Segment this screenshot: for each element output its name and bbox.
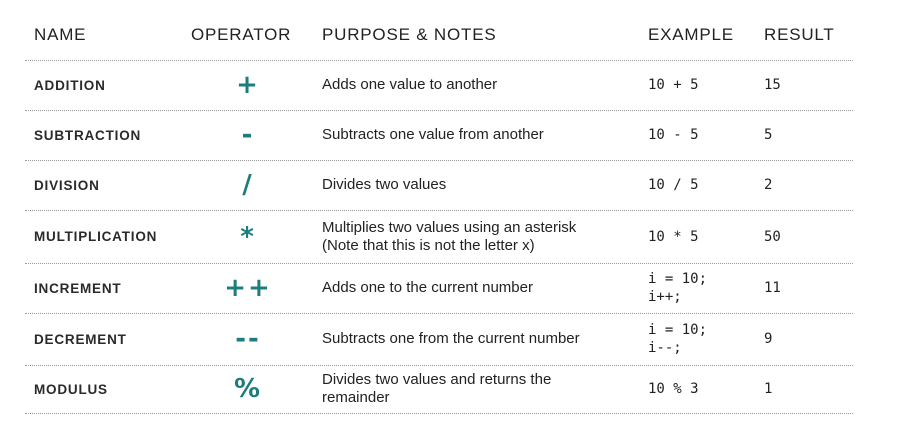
row-result: 50	[764, 228, 781, 245]
example-line: i--;	[648, 340, 682, 356]
table-row-increment: INCREMENT ++ Adds one to the current num…	[25, 263, 853, 314]
row-name: SUBTRACTION	[34, 127, 142, 143]
header-notes: PURPOSE & NOTES	[322, 25, 497, 44]
row-example: 10 - 5	[648, 110, 758, 160]
row-notes: Subtracts one from the current number	[322, 313, 642, 365]
row-notes: Adds one to the current number	[322, 263, 642, 313]
header-row: NAME OPERATOR PURPOSE & NOTES EXAMPLE RE…	[25, 10, 853, 61]
row-example: i = 10; i++;	[648, 263, 758, 313]
row-notes: Adds one value to another	[322, 60, 642, 110]
row-example: 10 % 3	[648, 365, 758, 413]
row-example: 10 + 5	[648, 60, 758, 110]
operator-symbol: %	[233, 374, 263, 404]
header-operator: OPERATOR	[191, 25, 292, 44]
notes-line: Subtracts one value from another	[322, 126, 544, 143]
table-row-multiplication: MULTIPLICATION * Multiplies two values u…	[25, 210, 853, 264]
example-line: i = 10;	[648, 322, 708, 338]
row-result: 1	[764, 381, 773, 397]
example-line: i = 10;	[648, 271, 708, 287]
notes-line: Subtracts one from the current number	[322, 330, 580, 347]
row-result: 11	[764, 280, 781, 296]
row-name: MODULUS	[34, 381, 108, 397]
table-row-decrement: DECREMENT -- Subtracts one from the curr…	[25, 313, 853, 366]
table-row-modulus: MODULUS % Divides two values and returns…	[25, 365, 853, 414]
header-result: RESULT	[764, 25, 835, 44]
row-name: DIVISION	[34, 177, 100, 193]
notes-line: Divides two values	[322, 176, 447, 193]
operator-symbol: ++	[224, 273, 272, 303]
table-row-addition: ADDITION + Adds one value to another 10 …	[25, 60, 853, 111]
row-result: 5	[764, 127, 773, 143]
example-line: 10 / 5	[648, 177, 699, 193]
notes-line: Divides two values and returns the	[322, 371, 552, 388]
example-line: i++;	[648, 289, 682, 305]
table-row-division: DIVISION / Divides two values 10 / 5 2	[25, 160, 853, 211]
notes-line: Adds one value to another	[322, 76, 498, 93]
notes-line: Adds one to the current number	[322, 279, 533, 296]
header-example: EXAMPLE	[648, 25, 734, 44]
operator-symbol: *	[240, 221, 256, 252]
row-result: 15	[764, 77, 781, 93]
row-result: 2	[764, 177, 773, 193]
example-line: 10 * 5	[648, 228, 699, 245]
example-line: 10 + 5	[648, 77, 699, 93]
row-name: ADDITION	[34, 77, 106, 93]
header-name: NAME	[34, 25, 87, 44]
row-name: DECREMENT	[34, 331, 127, 347]
notes-line: (Note that this is not the letter x)	[322, 236, 535, 254]
row-notes: Divides two values	[322, 160, 642, 210]
row-name: MULTIPLICATION	[34, 229, 158, 244]
row-example: 10 / 5	[648, 160, 758, 210]
operator-symbol: --	[235, 324, 261, 354]
notes-line: remainder	[322, 389, 390, 406]
notes-line: Multiplies two values using an asterisk	[322, 218, 577, 236]
row-notes: Subtracts one value from another	[322, 110, 642, 160]
example-line: 10 % 3	[648, 381, 699, 397]
operator-symbol: +	[236, 70, 260, 100]
operator-symbol: /	[242, 170, 254, 200]
row-notes: Divides two values and returns the remai…	[322, 365, 642, 413]
row-notes: Multiplies two values using an asterisk …	[322, 210, 642, 263]
table-row-subtraction: SUBTRACTION - Subtracts one value from a…	[25, 110, 853, 161]
row-name: INCREMENT	[34, 280, 122, 296]
row-result: 9	[764, 331, 773, 347]
example-line: 10 - 5	[648, 127, 699, 143]
row-example: i = 10; i--;	[648, 313, 758, 365]
row-example: 10 * 5	[648, 210, 758, 263]
operator-symbol: -	[241, 120, 255, 150]
